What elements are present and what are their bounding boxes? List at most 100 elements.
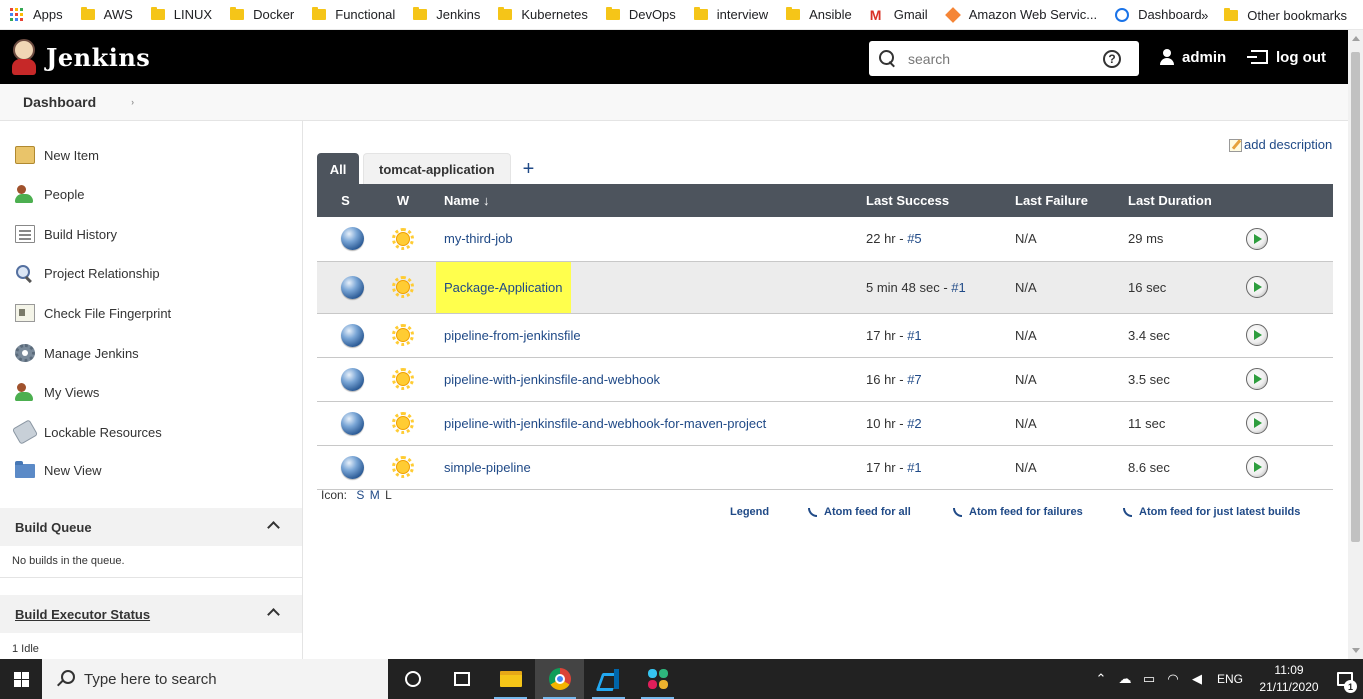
add-view-button[interactable]: + xyxy=(523,153,535,185)
search-input[interactable] xyxy=(908,50,1098,67)
scrollbar-thumb[interactable] xyxy=(1351,52,1360,542)
help-icon[interactable]: ? xyxy=(1103,49,1121,68)
icon-size-small[interactable]: S xyxy=(356,488,364,502)
bookmark-functional[interactable]: Functional xyxy=(312,7,395,22)
divider xyxy=(0,577,302,578)
start-button[interactable] xyxy=(0,659,42,699)
build-queue-title[interactable]: Build Queue xyxy=(15,520,92,535)
job-link[interactable]: Package-Application xyxy=(444,280,563,295)
sidebar-item-project-relationship[interactable]: Project Relationship xyxy=(15,264,160,282)
schedule-build-icon[interactable] xyxy=(1246,456,1268,478)
volume-icon[interactable]: ◀ xyxy=(1185,659,1209,699)
file-explorer-button[interactable] xyxy=(486,659,535,699)
schedule-build-icon[interactable] xyxy=(1246,227,1268,250)
column-last-success[interactable]: Last Success xyxy=(854,184,1003,217)
job-link[interactable]: simple-pipeline xyxy=(444,460,531,475)
task-view-button[interactable] xyxy=(437,659,486,699)
add-description-link[interactable]: add description xyxy=(1229,136,1332,152)
column-last-duration[interactable]: Last Duration xyxy=(1116,184,1246,217)
status-ball-icon[interactable] xyxy=(341,411,364,435)
build-link[interactable]: #5 xyxy=(907,231,921,246)
status-ball-icon[interactable] xyxy=(341,455,364,479)
taskbar-search[interactable]: Type here to search xyxy=(42,659,388,699)
build-link[interactable]: #1 xyxy=(907,328,921,343)
atom-feed-latest-link[interactable]: Atom feed for just latest builds xyxy=(1123,506,1300,518)
bookmark-dashboard[interactable]: Dashboard xyxy=(1115,7,1202,22)
language-indicator[interactable]: ENG xyxy=(1213,672,1247,686)
collapse-build-queue-icon[interactable] xyxy=(267,521,280,534)
bookmark-linux[interactable]: LINUX xyxy=(150,7,212,22)
sidebar-item-label: Build History xyxy=(44,226,117,242)
status-ball-icon[interactable] xyxy=(341,367,364,391)
bookmark-jenkins[interactable]: Jenkins xyxy=(413,7,480,22)
bookmark-aws[interactable]: AWS xyxy=(80,7,133,22)
notifications-button[interactable]: 1 xyxy=(1327,659,1363,699)
icon-size-medium[interactable]: M xyxy=(370,488,380,502)
build-link[interactable]: #1 xyxy=(907,460,921,475)
scroll-down-icon[interactable] xyxy=(1352,648,1360,653)
vscode-button[interactable] xyxy=(584,659,633,699)
bookmark-docker[interactable]: Docker xyxy=(230,7,294,22)
build-executor-title[interactable]: Build Executor Status xyxy=(15,607,150,622)
schedule-build-icon[interactable] xyxy=(1246,276,1268,298)
build-link[interactable]: #1 xyxy=(951,280,965,295)
sidebar-item-check-file-fingerprint[interactable]: Check File Fingerprint xyxy=(15,304,171,322)
sidebar-item-lockable-resources[interactable]: Lockable Resources xyxy=(11,419,162,445)
bookmark-interview[interactable]: interview xyxy=(693,7,768,22)
cortana-button[interactable] xyxy=(388,659,437,699)
tab-all[interactable]: All xyxy=(317,153,359,185)
slack-button[interactable] xyxy=(633,659,682,699)
sidebar-item-new-view[interactable]: New View xyxy=(15,461,102,478)
column-name[interactable]: Name ↓ xyxy=(432,184,854,217)
more-bookmarks-button[interactable]: » xyxy=(1201,8,1208,23)
last-failure-cell: N/A xyxy=(1003,261,1116,314)
page-scrollbar[interactable] xyxy=(1348,30,1363,659)
breadcrumb-chevron-icon[interactable]: › xyxy=(131,97,134,107)
sidebar-item-label: People xyxy=(44,186,85,202)
job-link[interactable]: pipeline-from-jenkinsfile xyxy=(444,328,581,343)
bookmark-amazon-web-services[interactable]: Amazon Web Servic... xyxy=(944,6,1097,23)
legend-link[interactable]: Legend xyxy=(730,506,808,518)
breadcrumb-dashboard[interactable]: Dashboard xyxy=(23,94,96,110)
bookmark-label: AWS xyxy=(103,7,133,22)
build-link[interactable]: #2 xyxy=(907,416,921,431)
sidebar-item-build-history[interactable]: Build History xyxy=(15,225,117,243)
job-link[interactable]: pipeline-with-jenkinsfile-and-webhook xyxy=(444,372,660,387)
sidebar-item-people[interactable]: People xyxy=(15,185,84,203)
wifi-icon[interactable]: ◠ xyxy=(1161,659,1185,699)
schedule-build-icon[interactable] xyxy=(1246,412,1268,434)
sidebar-item-new-item[interactable]: New Item xyxy=(15,146,99,164)
status-ball-icon[interactable] xyxy=(341,227,364,251)
logout-link[interactable]: log out xyxy=(1247,30,1326,84)
status-ball-icon[interactable] xyxy=(341,275,364,299)
onedrive-icon[interactable]: ☁ xyxy=(1113,659,1137,699)
schedule-build-icon[interactable] xyxy=(1246,368,1268,390)
jenkins-logo-link[interactable]: Jenkins xyxy=(10,39,150,75)
tab-tomcat-application[interactable]: tomcat-application xyxy=(363,153,511,185)
user-link[interactable]: admin xyxy=(1160,30,1226,84)
scroll-up-icon[interactable] xyxy=(1352,36,1360,41)
atom-feed-all-link[interactable]: Atom feed for all xyxy=(808,506,953,518)
column-last-failure[interactable]: Last Failure xyxy=(1003,184,1116,217)
bookmark-ansible[interactable]: Ansible xyxy=(786,7,852,22)
sidebar-item-my-views[interactable]: My Views xyxy=(15,383,99,401)
column-weather[interactable]: W xyxy=(374,184,432,217)
schedule-build-icon[interactable] xyxy=(1246,324,1268,346)
bookmark-other[interactable]: Other bookmarks xyxy=(1224,7,1347,23)
status-ball-icon[interactable] xyxy=(341,323,364,347)
job-link[interactable]: pipeline-with-jenkinsfile-and-webhook-fo… xyxy=(444,416,766,431)
build-link[interactable]: #7 xyxy=(907,372,921,387)
bookmark-apps[interactable]: Apps xyxy=(10,7,63,22)
clock[interactable]: 11:09 21/11/2020 xyxy=(1251,662,1327,696)
bookmark-devops[interactable]: DevOps xyxy=(605,7,676,22)
atom-feed-failures-link[interactable]: Atom feed for failures xyxy=(953,506,1123,518)
column-status[interactable]: S xyxy=(317,184,374,217)
battery-icon[interactable]: ▭ xyxy=(1137,659,1161,699)
job-link[interactable]: my-third-job xyxy=(444,231,513,246)
chrome-button[interactable] xyxy=(535,659,584,699)
bookmark-kubernetes[interactable]: Kubernetes xyxy=(498,7,588,22)
sidebar-item-manage-jenkins[interactable]: Manage Jenkins xyxy=(15,344,139,362)
bookmark-gmail[interactable]: M Gmail xyxy=(870,7,928,22)
show-hidden-icons-icon[interactable]: ⌃ xyxy=(1089,659,1113,699)
collapse-executor-icon[interactable] xyxy=(267,608,280,621)
